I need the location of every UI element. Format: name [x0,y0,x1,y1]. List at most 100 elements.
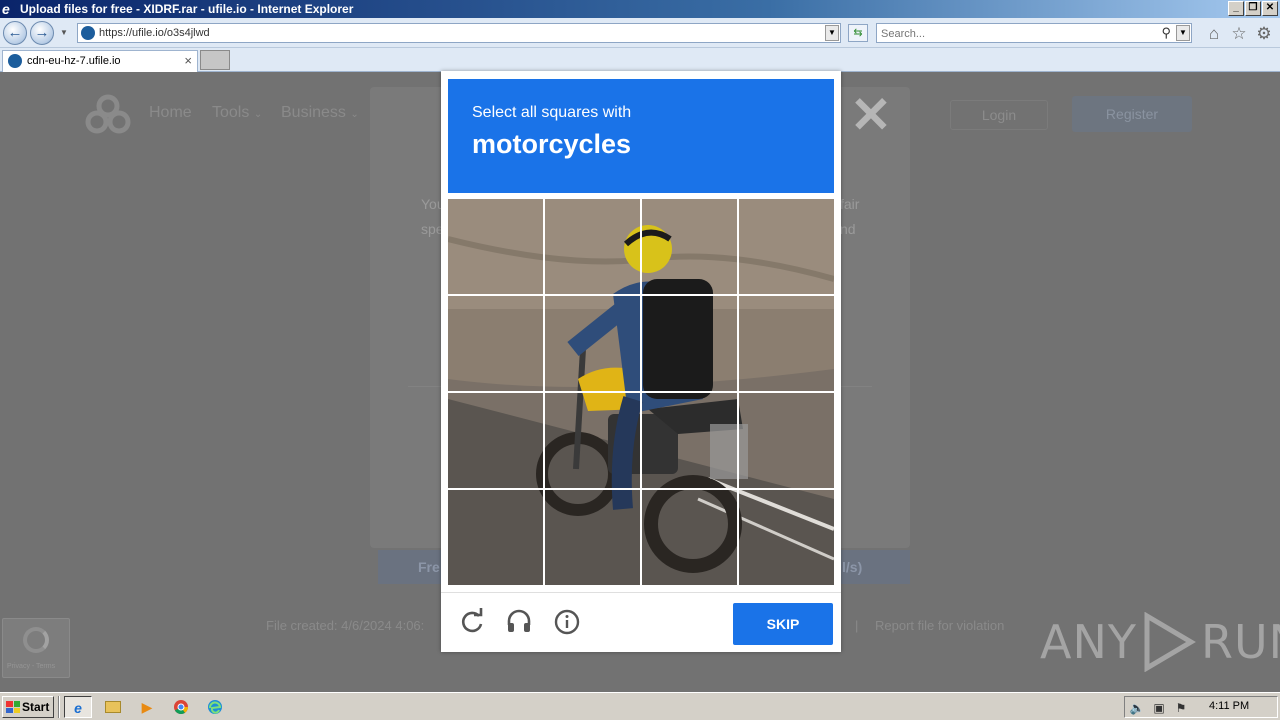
recaptcha-badge-text: Privacy - Terms [7,663,56,670]
watermark-left: ANY [1040,615,1137,669]
info-icon[interactable] [552,607,582,637]
tab-ufile[interactable]: cdn-eu-hz-7.ufile.io × [2,50,198,72]
login-button[interactable]: Login [950,100,1048,130]
captcha-tile[interactable] [448,490,543,585]
address-bar[interactable]: https://ufile.io/o3s4jlwd ▼ [77,23,841,43]
captcha-tile[interactable] [545,199,640,294]
audio-challenge-icon[interactable] [504,607,534,637]
nav-tools[interactable]: Tools ⌄ [212,104,262,122]
captcha-challenge: Select all squares with motorcycles SKIP [441,71,841,652]
home-icon[interactable]: ⌂ [1204,24,1224,44]
nav-home[interactable]: Home [149,104,192,122]
search-input[interactable] [877,25,1147,43]
premium-download-button[interactable]: l/s) [840,550,910,584]
start-button[interactable]: Start [2,696,54,718]
search-box[interactable]: ⚲ ▼ [876,23,1192,43]
captcha-image-grid [448,199,834,585]
footer-separator: | [855,618,859,633]
captcha-footer: SKIP [441,592,841,652]
tools-gear-icon[interactable]: ⚙ [1254,24,1274,44]
recent-pages-dropdown-icon[interactable]: ▼ [60,28,70,38]
report-link[interactable]: Report file for violation [875,618,1004,633]
window-controls: _ ❐ ✕ [1228,1,1278,16]
close-tab-icon[interactable]: × [184,51,192,71]
close-window-button[interactable]: ✕ [1262,1,1278,16]
ufile-logo-icon[interactable] [84,94,132,134]
tile-image [545,199,640,294]
new-tab-button[interactable] [200,50,230,70]
volume-icon[interactable]: 🔈 [1129,700,1145,716]
chrome-icon[interactable] [167,696,195,718]
reload-icon[interactable] [457,607,487,637]
system-tray: 🔈 ▣ ⚑ 4:11 PM [1124,696,1278,718]
tile-image [448,199,543,294]
captcha-tile[interactable] [545,296,640,391]
captcha-tile[interactable] [642,393,737,488]
captcha-tile[interactable] [642,199,737,294]
captcha-tile[interactable] [739,199,834,294]
window-title: Upload files for free - XIDRF.rar - ufil… [20,2,354,16]
search-dropdown-icon[interactable]: ▼ [1176,25,1190,41]
media-player-icon[interactable]: ▶ [133,696,161,718]
recaptcha-badge[interactable]: Privacy - Terms [2,618,70,678]
tab-favicon-icon [8,54,22,68]
action-center-flag-icon[interactable]: ⚑ [1173,700,1189,716]
watermark-right: RUN [1200,615,1280,669]
internet-explorer-icon[interactable]: e [64,696,92,718]
captcha-tile[interactable] [739,393,834,488]
tile-image [642,296,737,391]
play-triangle-icon [1144,612,1196,672]
tile-image [739,199,834,294]
modal-text-right: fair nd [840,196,860,237]
site-favicon-icon [81,26,95,40]
edge-icon[interactable] [201,696,229,718]
refresh-go-icon[interactable]: ⇆ [848,24,868,42]
skip-button[interactable]: SKIP [733,603,833,645]
minimize-button[interactable]: _ [1228,1,1244,16]
captcha-tile[interactable] [448,296,543,391]
captcha-header: Select all squares with motorcycles [448,79,834,193]
captcha-tile[interactable] [739,296,834,391]
tile-image [642,490,737,585]
tile-image [448,393,543,488]
forward-icon[interactable]: → [30,21,54,45]
modal-close-icon[interactable]: ✕ [850,90,892,140]
address-url: https://ufile.io/o3s4jlwd [99,27,210,39]
windows-flag-icon [6,701,20,713]
ie-logo-icon: e [2,1,10,17]
nav-business[interactable]: Business ⌄ [281,104,359,122]
tile-image [545,296,640,391]
clock[interactable]: 4:11 PM [1209,700,1249,712]
captcha-tile[interactable] [545,393,640,488]
captcha-tile[interactable] [448,199,543,294]
back-icon[interactable]: ← [3,21,27,45]
captcha-tile[interactable] [642,490,737,585]
restore-button[interactable]: ❐ [1245,1,1261,16]
captcha-tile[interactable] [448,393,543,488]
captcha-target-object: motorcycles [472,129,632,159]
favorites-star-icon[interactable]: ☆ [1229,24,1249,44]
window-titlebar: e Upload files for free - XIDRF.rar - uf… [0,0,1280,18]
tile-image [739,490,834,585]
chevron-down-icon: ⌄ [350,109,359,120]
navigation-bar: ← → ▼ https://ufile.io/o3s4jlwd ▼ ⇆ ⚲ ▼ … [0,18,1280,48]
anyrun-watermark: ANY RUN [1040,610,1280,674]
address-dropdown-icon[interactable]: ▼ [825,25,839,41]
tile-image [448,490,543,585]
captcha-tile[interactable] [545,490,640,585]
register-button[interactable]: Register [1072,96,1192,132]
start-label: Start [22,700,50,714]
chevron-down-icon: ⌄ [253,109,263,120]
taskbar: Start e ▶ 🔈 ▣ ⚑ 4:11 PM [0,692,1280,720]
search-icon[interactable]: ⚲ [1161,25,1171,41]
tile-image [545,490,640,585]
captcha-tile[interactable] [642,296,737,391]
captcha-tile[interactable] [739,490,834,585]
file-explorer-icon[interactable] [99,696,127,718]
tile-image [642,199,737,294]
file-created-text: File created: 4/6/2024 4:06: [266,618,425,633]
network-icon[interactable]: ▣ [1151,700,1167,716]
free-download-button[interactable]: Fre [378,550,441,584]
taskbar-separator [58,696,60,718]
tile-image [642,393,737,488]
